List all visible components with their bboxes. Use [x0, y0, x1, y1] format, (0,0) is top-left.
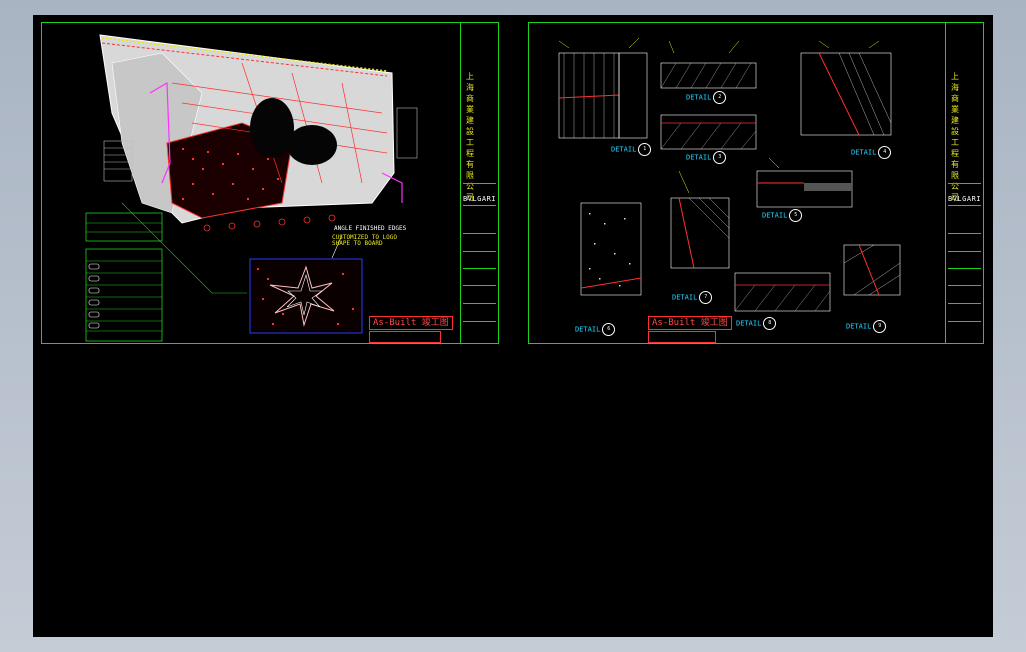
- detail-label-9: DETAIL 9: [846, 320, 887, 333]
- floor-plan-drawing: [85, 34, 418, 342]
- drawing-sheet-details: DETAIL 1 DETAIL 2 DETAIL 3 DETAIL 4 DETAIL 5 …: [528, 22, 984, 344]
- brand-left: BVLGARI: [463, 195, 497, 203]
- asbuilt-stamp-left: As-Built 竣工图: [369, 316, 453, 330]
- details-drawing: [558, 37, 901, 312]
- title-block-right: 上海商業建設工程有限公司 BVLGARI: [945, 23, 983, 343]
- asbuilt-stamp-left-sub: [369, 331, 441, 343]
- asbuilt-stamp-right-sub: [648, 331, 716, 343]
- title-block-left: 上海商業建設工程有限公司 BVLGARI: [460, 23, 498, 343]
- detail-label-7: DETAIL 7: [672, 291, 713, 304]
- detail-label-3: DETAIL 3: [686, 151, 727, 164]
- detail-label-8: DETAIL 8: [736, 317, 777, 330]
- detail-label-4: DETAIL 4: [851, 146, 892, 159]
- detail-label-1: DETAIL 1: [611, 143, 652, 156]
- drawing-viewport[interactable]: ANGLE FINISHED EDGES CUSTOMIZED TO LOGO …: [33, 15, 993, 637]
- logo-callout: CUSTOMIZED TO LOGO SHAPE TO BOARD: [332, 234, 398, 247]
- detail-label-6: DETAIL 6: [575, 323, 616, 336]
- detail-label-5: DETAIL 5: [762, 209, 803, 222]
- detail-label-2: DETAIL 2: [686, 91, 727, 104]
- asbuilt-stamp-right: As-Built 竣工图: [648, 316, 732, 330]
- drawing-sheet-floor-plan: ANGLE FINISHED EDGES CUSTOMIZED TO LOGO …: [41, 22, 499, 344]
- angle-edges-note: ANGLE FINISHED EDGES: [334, 225, 407, 232]
- brand-right: BVLGARI: [948, 195, 982, 203]
